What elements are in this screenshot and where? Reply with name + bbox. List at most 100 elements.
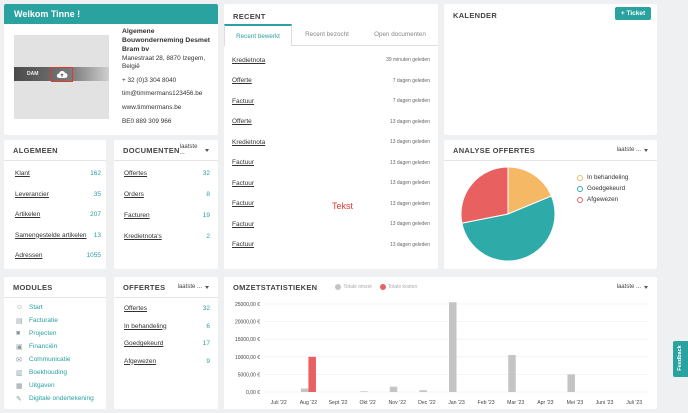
tab-recent-bewerkt[interactable]: Recent bewerkt: [224, 24, 292, 46]
document-icon: ▤: [16, 317, 23, 325]
recent-item-link[interactable]: Factuur: [232, 180, 254, 187]
offertes-title: OFFERTES: [123, 282, 166, 292]
pie-legend-item: In behandeling: [577, 172, 628, 183]
offertes-item: Afgewezen 9: [124, 358, 210, 376]
algemeen-item-link[interactable]: Leverancier: [15, 191, 49, 212]
offertes-item-link[interactable]: In behandeling: [124, 323, 167, 341]
company-street: Manestraat 28, 8870 Izegem,: [122, 54, 206, 62]
documenten-item: Facturen 19: [124, 212, 210, 233]
omzet-period-filter[interactable]: laatste ...: [617, 284, 648, 290]
offertes-item-count: 9: [206, 357, 210, 365]
company-info: Algemene Bouwonderneming Desmet Bram bv …: [122, 27, 216, 126]
bar-omzet: [360, 391, 368, 392]
documenten-item-link[interactable]: Kredietnota's: [124, 233, 162, 254]
pie-legend: In behandeling Goedgekeurd Afgewezen: [577, 172, 628, 205]
x-tick-label: Juli '22: [271, 400, 287, 406]
module-label: Boekhouding: [29, 369, 67, 376]
legend-marker: [577, 185, 583, 192]
company-phone: + 32 (0)3 304 8040: [122, 76, 177, 84]
chevron-down-icon: [644, 285, 648, 289]
x-tick-label: Apr '23: [537, 400, 553, 406]
omzet-legend-item[interactable]: Totale kosten: [379, 284, 417, 290]
offertes-item-count: 17: [202, 340, 210, 347]
algemeen-item-link[interactable]: Adressen: [15, 252, 42, 269]
overlay-text: Tekst: [332, 201, 354, 211]
recent-item-link[interactable]: Factuur: [232, 241, 254, 248]
documenten-item-link[interactable]: Orders: [124, 191, 144, 212]
omzet-title: OMZETSTATISTIEKEN: [233, 282, 318, 292]
recent-item-link[interactable]: Factuur: [232, 159, 254, 166]
x-tick-label: Dec '22: [418, 400, 436, 406]
welcome-header: Welkom Tinne !: [4, 4, 218, 24]
omzet-legend-item[interactable]: Totale omzet: [335, 284, 372, 290]
company-logo-upload[interactable]: DAM: [14, 35, 109, 119]
module-item[interactable]: ▥ Boekhouding: [16, 366, 104, 379]
documenten-item-link[interactable]: Offertes: [124, 170, 147, 191]
recent-item-link[interactable]: Offerte: [232, 118, 252, 125]
module-item[interactable]: ▦ Uitgaven: [16, 379, 104, 392]
module-item[interactable]: ☺ Start: [16, 301, 104, 314]
welcome-card: Welkom Tinne ! DAM Algemene Bouwondernem…: [4, 4, 218, 135]
chevron-down-icon: [205, 148, 209, 152]
company-vat: BE0 889 309 966: [122, 117, 172, 125]
algemeen-header: ALGEMEEN: [4, 140, 106, 161]
y-tick-label: 10000,00 €: [235, 355, 260, 361]
y-tick-label: 25000,00 €: [235, 302, 260, 308]
analyse-title: ANALYSE OFFERTES: [453, 145, 536, 155]
pie-legend-label: In behandeling: [587, 174, 629, 181]
company-website: www.timmermans.be: [122, 104, 182, 112]
bar-omzet: [508, 355, 516, 392]
recent-item: Factuur 7 dagen geleden: [232, 91, 430, 112]
recent-tabs: Recent bewerkt Recent bezocht Open docum…: [224, 24, 438, 46]
analyse-header: ANALYSE OFFERTES laatste ...: [444, 140, 657, 161]
recent-item-time: 13 dagen geleden: [389, 241, 430, 248]
offertes-item-link[interactable]: Goedgekeurd: [124, 340, 163, 358]
upload-cloud-icon[interactable]: [51, 67, 73, 82]
recent-item-time: 7 dagen geleden: [392, 77, 430, 84]
recent-item-time: 13 dagen geleden: [389, 118, 430, 125]
add-ticket-button[interactable]: + Ticket: [615, 7, 651, 20]
offertes-period-filter[interactable]: laatste ...: [178, 284, 209, 290]
recent-item: Factuur 13 dagen geleden: [232, 153, 430, 174]
x-tick-label: Mei '23: [567, 400, 584, 406]
module-item[interactable]: ▣ Financiën: [16, 340, 104, 353]
communication-icon: ✉: [16, 356, 22, 364]
module-label: Start: [29, 304, 43, 311]
company-country: België: [122, 63, 140, 71]
recent-item-link[interactable]: Kredietnota: [232, 57, 265, 64]
recent-item-link[interactable]: Factuur: [232, 200, 254, 207]
documenten-item-link[interactable]: Facturen: [124, 212, 150, 233]
recent-item-link[interactable]: Factuur: [232, 98, 254, 105]
feedback-tab[interactable]: Feedback: [673, 341, 688, 377]
recent-item-time: 13 dagen geleden: [389, 221, 430, 228]
user-icon: ☺: [16, 304, 24, 311]
offertes-item: Offertes 32: [124, 305, 210, 323]
offertes-card: OFFERTES laatste ... Offertes 32 In behand…: [114, 277, 218, 409]
recent-item-link[interactable]: Kredietnota: [232, 139, 265, 146]
algemeen-item-link[interactable]: Klant: [15, 170, 30, 191]
tab-open-documenten[interactable]: Open documenten: [362, 24, 438, 46]
signature-icon: ✎: [16, 395, 22, 403]
module-item[interactable]: ✉ Communicatie: [16, 353, 104, 366]
documenten-period-filter[interactable]: laatste ...: [180, 144, 209, 156]
module-item[interactable]: ■ Projecten: [16, 327, 104, 340]
algemeen-item-link[interactable]: Artikelen: [15, 211, 40, 232]
recent-item-link[interactable]: Factuur: [232, 221, 254, 228]
algemeen-item-link[interactable]: Samengestelde artikelen: [15, 232, 87, 253]
offertes-item-link[interactable]: Afgewezen: [124, 358, 156, 376]
tab-recent-bezocht[interactable]: Recent bezocht: [292, 24, 362, 46]
feedback-label: Feedback: [677, 345, 683, 371]
offertes-item-count: 32: [202, 305, 210, 312]
analyse-period-filter[interactable]: laatste ...: [617, 147, 648, 153]
module-item[interactable]: ✎ Digitale ondertekening: [16, 392, 104, 405]
offertes-item: Goedgekeurd 17: [124, 340, 210, 358]
omzet-legend-label: Totale omzet: [343, 284, 372, 290]
recent-title: RECENT: [233, 12, 266, 21]
algemeen-item: Artikelen 207: [15, 211, 101, 232]
recent-item-time: 7 dagen geleden: [392, 98, 430, 105]
module-item[interactable]: ▤ Facturatie: [16, 314, 104, 327]
recent-item-link[interactable]: Offerte: [232, 77, 252, 84]
offertes-item-link[interactable]: Offertes: [124, 305, 147, 323]
offertes-list: Offertes 32 In behandeling 6 Goedgekeurd 17 Af…: [124, 305, 210, 375]
bar-chart: 0,00 € 5000,00 € 10000,00 € 15000,00 € 20000…: [235, 302, 649, 406]
